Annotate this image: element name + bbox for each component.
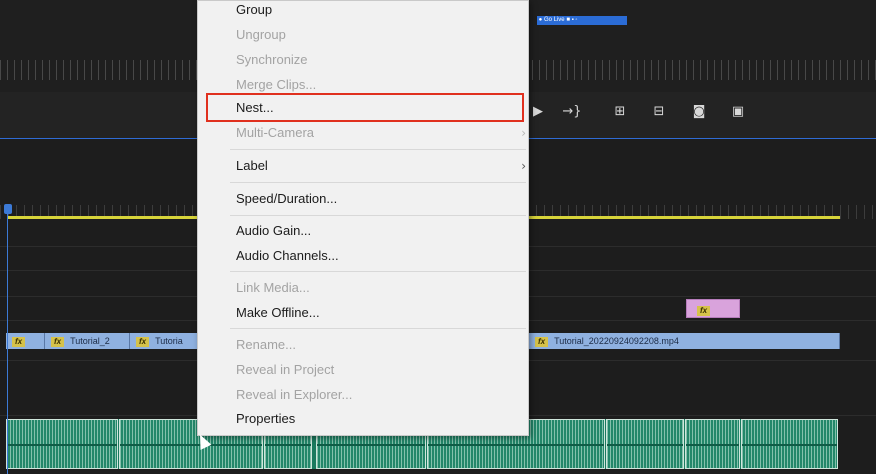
fx-badge: fx [697,306,711,316]
fx-badge: fx [535,336,549,347]
step-forward-icon[interactable]: →} [561,104,583,120]
menu-item-ungroup[interactable]: Ungroup [236,24,286,46]
nest-highlight-box [206,93,524,122]
menu-separator [230,328,526,329]
menu-item-reveal-in-explorer[interactable]: Reveal in Explorer... [236,384,352,406]
menu-item-label-submenu[interactable]: Label › [236,155,526,177]
compare-icon[interactable]: ▣ [727,104,749,120]
menu-separator [230,149,526,150]
menu-separator [230,271,526,272]
video-clip[interactable]: fx [6,333,45,349]
playhead-handle[interactable] [4,204,12,214]
adjustment-clip[interactable]: fx [686,299,740,318]
audio-clip[interactable] [606,419,684,469]
menu-item-rename[interactable]: Rename... [236,334,296,356]
video-clip[interactable]: fx Tutorial_20220924092208.mp4 [529,333,840,349]
menu-item-multi-camera[interactable]: Multi-Camera › [236,122,526,144]
fx-badge: fx [51,336,65,347]
video-clip[interactable]: fx Tutoria [130,333,198,349]
menu-separator [230,182,526,183]
menu-item-link-media[interactable]: Link Media... [236,277,310,299]
menu-item-label: Label [236,158,268,173]
menu-item-audio-gain[interactable]: Audio Gain... [236,220,311,242]
menu-item-group[interactable]: Group [236,0,272,21]
audio-clip[interactable] [685,419,740,469]
menu-item-audio-channels[interactable]: Audio Channels... [236,245,339,267]
lift-icon[interactable]: ⊞ [609,104,631,120]
menu-item-label: Multi-Camera [236,125,315,140]
menu-separator [230,215,526,216]
extract-icon[interactable]: ⊟ [648,104,670,120]
play-icon[interactable]: ▶ [527,104,549,120]
menu-item-reveal-in-project[interactable]: Reveal in Project [236,359,334,381]
clip-name: Tutorial_20220924092208.mp4 [554,336,679,346]
fx-badge: fx [136,336,150,347]
clip-name: Tutoria [155,336,183,346]
audio-clip[interactable] [741,419,838,469]
context-menu: Group Ungroup Synchronize Merge Clips...… [197,0,529,436]
menu-item-make-offline[interactable]: Make Offline... [236,302,320,324]
audio-clip[interactable] [6,419,118,469]
menu-item-properties[interactable]: Properties [236,408,295,430]
submenu-arrow-icon: › [521,159,526,173]
camera-icon[interactable]: ◙ [688,104,710,120]
menu-item-speed-duration[interactable]: Speed/Duration... [236,188,337,210]
clip-name: Tutorial_2 [70,336,110,346]
menu-item-synchronize[interactable]: Synchronize [236,49,308,71]
fx-badge: fx [12,336,26,347]
status-strip: ● Go Live ■ ▪ ◦ [537,16,627,25]
submenu-arrow-icon: › [521,126,526,140]
playhead-line[interactable] [7,206,8,474]
video-clip[interactable]: fx Tutorial_2 [45,333,130,349]
